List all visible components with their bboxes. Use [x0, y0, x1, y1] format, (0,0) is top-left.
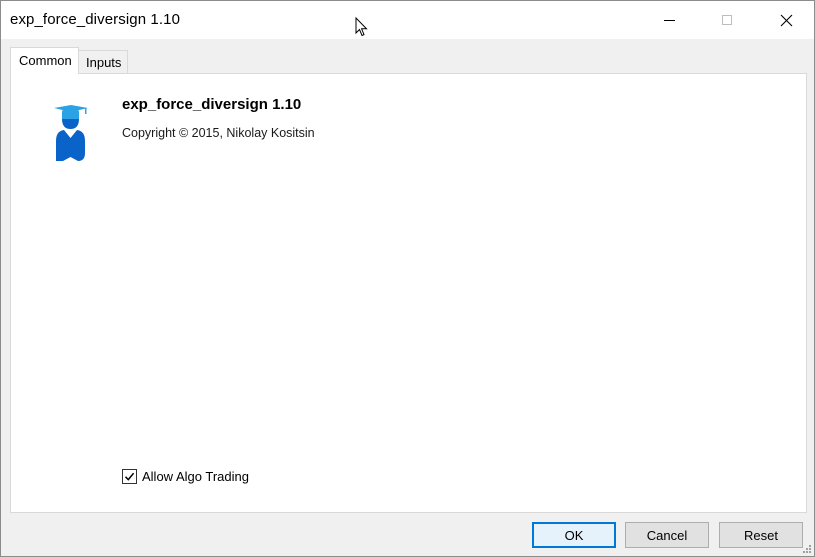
allow-algo-trading-label: Allow Algo Trading	[142, 469, 249, 484]
maximize-icon	[722, 15, 732, 25]
minimize-icon	[663, 19, 675, 21]
resize-grip-icon[interactable]	[802, 544, 812, 554]
mouse-cursor-icon	[355, 17, 368, 37]
allow-algo-trading-checkbox[interactable]: Allow Algo Trading	[122, 469, 249, 484]
dialog-window: exp_force_diversign 1.10 Common Inputs e…	[0, 0, 815, 557]
minimize-button[interactable]	[646, 1, 692, 39]
close-icon	[780, 14, 792, 26]
copyright-text: Copyright © 2015, Nikolay Kositsin	[122, 126, 315, 140]
checkbox-box[interactable]	[122, 469, 137, 484]
tab-inputs[interactable]: Inputs	[79, 50, 128, 74]
program-name: exp_force_diversign 1.10	[122, 96, 302, 113]
reset-button[interactable]: Reset	[719, 522, 803, 548]
common-tab-panel: exp_force_diversign 1.10 Copyright © 201…	[10, 73, 807, 513]
close-button[interactable]	[763, 1, 809, 39]
window-title: exp_force_diversign 1.10	[10, 11, 181, 28]
graduate-icon	[54, 105, 88, 161]
cancel-button[interactable]: Cancel	[625, 522, 709, 548]
ok-button[interactable]: OK	[532, 522, 616, 548]
tab-common[interactable]: Common	[10, 47, 79, 74]
title-bar[interactable]: exp_force_diversign 1.10	[1, 1, 814, 39]
maximize-button[interactable]	[704, 1, 750, 39]
checkmark-icon	[124, 472, 135, 481]
